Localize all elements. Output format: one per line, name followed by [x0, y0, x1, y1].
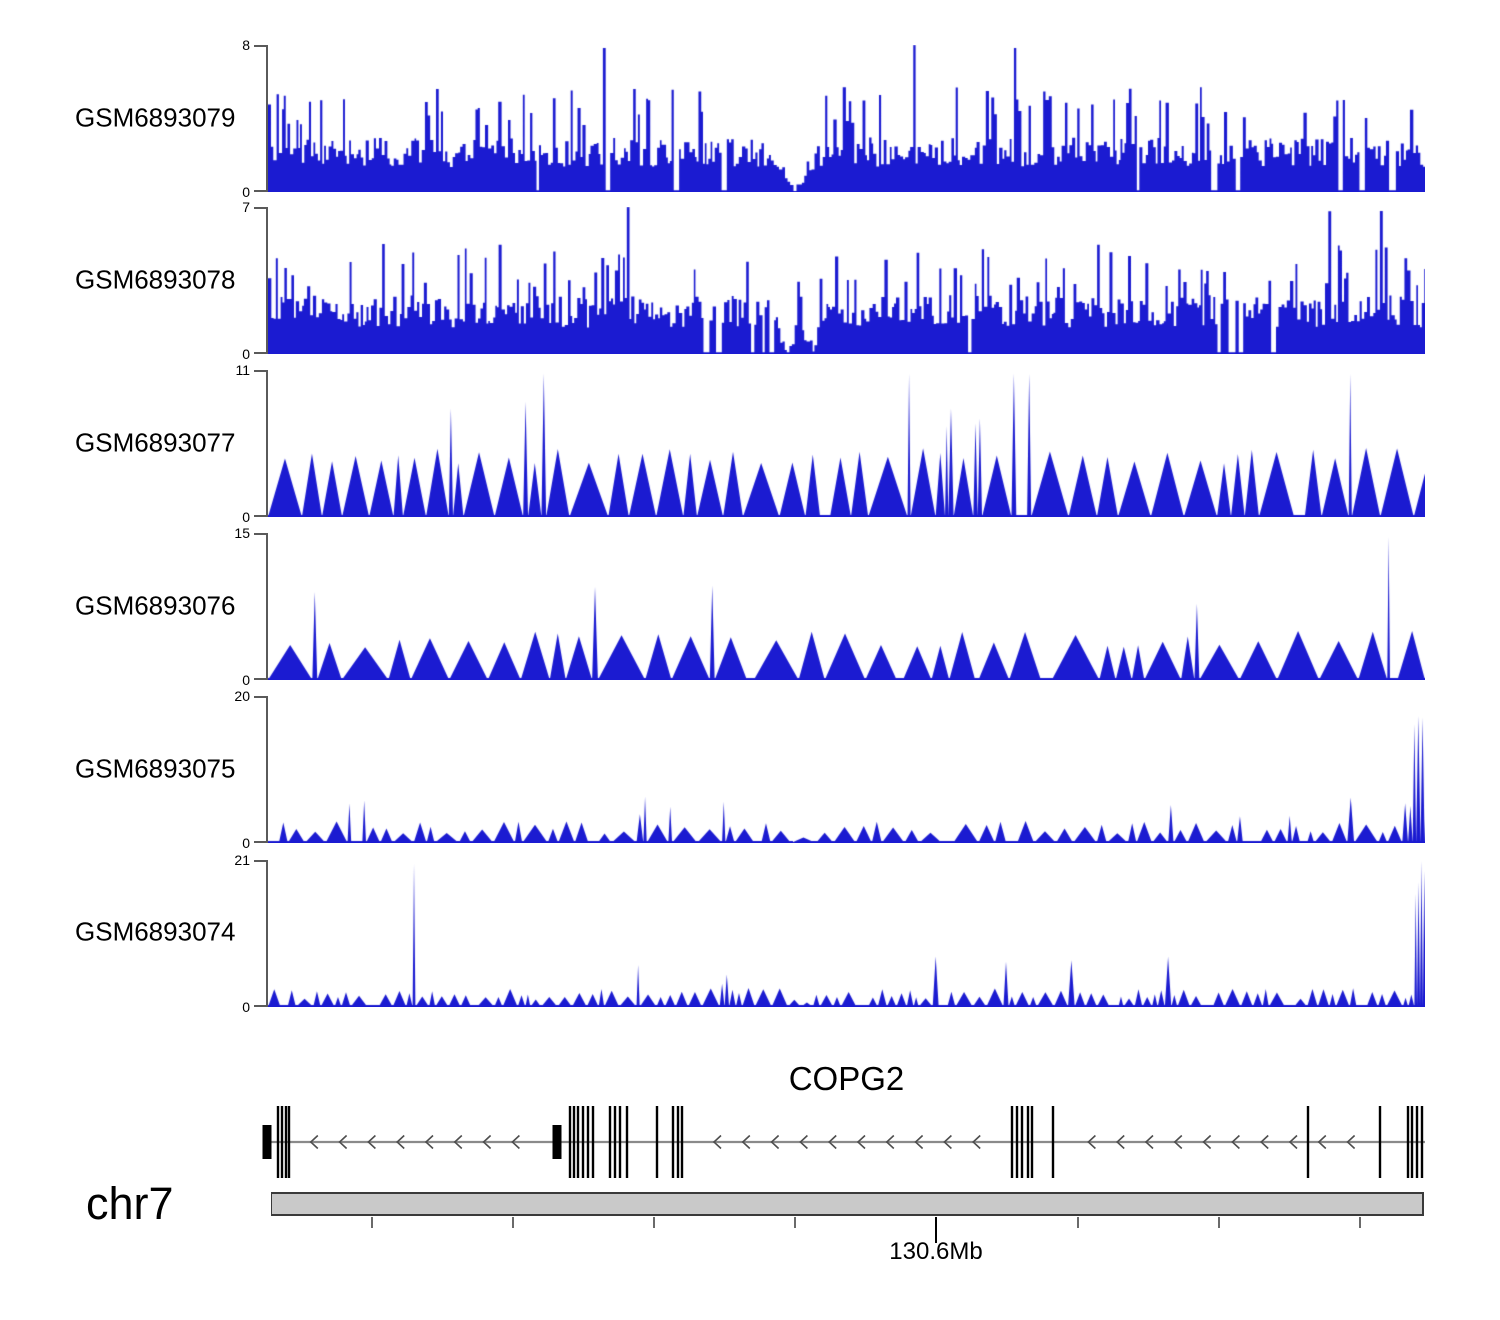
exon-tick [1015, 1106, 1019, 1178]
y-axis-bottom-tick [254, 515, 267, 517]
coverage-track: 11 0 [235, 362, 1425, 525]
exon-tick [1030, 1106, 1034, 1178]
ruler-minor-tick [794, 1217, 796, 1228]
exon-tick [613, 1106, 617, 1178]
genome-browser-figure: GSM6893079 8 0 GSM6893078 7 0 GSM6893077… [0, 0, 1500, 1320]
y-axis-top-tick [254, 533, 267, 535]
y-axis-bottom-tick [254, 841, 267, 843]
exon-tick [1020, 1106, 1024, 1178]
exon-thick-box [262, 1125, 272, 1159]
track-label: GSM6893077 [75, 427, 236, 458]
coverage-track: 20 0 [234, 688, 1425, 851]
y-min-label: 0 [242, 672, 250, 688]
coverage-signal [268, 696, 1425, 843]
position-label: 130.6Mb [889, 1238, 983, 1265]
exon-tick [1051, 1106, 1055, 1178]
coverage-signal [268, 45, 1425, 192]
chromosome-label: chr7 [86, 1178, 174, 1229]
y-axis-top-tick [254, 696, 267, 698]
y-axis-top-tick [254, 860, 267, 862]
ruler-minor-tick [1218, 1217, 1220, 1228]
coverage-track: 15 0 [234, 525, 1425, 688]
track-label: GSM6893074 [75, 916, 236, 947]
track-label: GSM6893075 [75, 753, 236, 784]
y-axis-bottom-tick [254, 352, 267, 354]
exon-tick [287, 1106, 291, 1178]
ruler-minor-tick [653, 1217, 655, 1228]
y-axis-top-tick [254, 370, 267, 372]
coverage-signal [268, 207, 1425, 354]
exon-tick [284, 1106, 288, 1178]
y-max-label: 7 [242, 199, 250, 215]
exon-tick [581, 1106, 585, 1178]
y-max-label: 8 [242, 37, 250, 53]
y-min-label: 0 [242, 509, 250, 525]
coverage-track: 8 0 [242, 37, 1425, 200]
coverage-signal [268, 533, 1425, 680]
exon-tick [1420, 1106, 1424, 1178]
y-min-label: 0 [242, 835, 250, 851]
exon-tick [572, 1106, 576, 1178]
y-axis-bottom-tick [254, 1005, 267, 1007]
ruler-minor-tick [512, 1217, 514, 1228]
coverage-track: 7 0 [242, 199, 1425, 362]
y-max-label: 11 [235, 362, 250, 378]
track-label: GSM6893079 [75, 102, 236, 133]
chromosome-ideogram [271, 1192, 1424, 1216]
ruler-minor-tick [1077, 1217, 1079, 1228]
exon-thick-box [552, 1125, 562, 1159]
y-min-label: 0 [242, 999, 250, 1015]
exon-tick [586, 1106, 590, 1178]
y-axis-bottom-tick [254, 190, 267, 192]
exon-tick [1306, 1106, 1310, 1178]
exon-tick [568, 1106, 572, 1178]
exon-tick [618, 1106, 622, 1178]
exon-tick [676, 1106, 680, 1178]
coverage-signal [268, 370, 1425, 517]
exon-tick [1406, 1106, 1410, 1178]
y-axis-bottom-tick [254, 678, 267, 680]
gene-model-track [262, 1106, 1425, 1178]
exon-tick [1410, 1106, 1414, 1178]
y-max-label: 15 [234, 525, 250, 541]
y-min-label: 0 [242, 346, 250, 362]
exon-tick [280, 1106, 284, 1178]
exon-tick [591, 1106, 595, 1178]
exon-tick [1026, 1106, 1030, 1178]
track-label: GSM6893078 [75, 264, 236, 295]
ruler-minor-tick [371, 1217, 373, 1228]
coverage-signal [268, 860, 1425, 1007]
exon-tick [671, 1106, 675, 1178]
exon-tick [625, 1106, 629, 1178]
exon-tick [1378, 1106, 1382, 1178]
y-max-label: 21 [234, 852, 250, 868]
exon-tick [276, 1106, 280, 1178]
exon-tick [655, 1106, 659, 1178]
exon-tick [608, 1106, 612, 1178]
y-max-label: 20 [234, 688, 250, 704]
y-axis-top-tick [254, 45, 267, 47]
y-min-label: 0 [242, 184, 250, 200]
y-axis-top-tick [254, 207, 267, 209]
exon-tick [1010, 1106, 1014, 1178]
coverage-track: 21 0 [234, 852, 1425, 1015]
track-label: GSM6893076 [75, 590, 236, 621]
ruler-minor-tick [1359, 1217, 1361, 1228]
exon-tick [680, 1106, 684, 1178]
exon-tick [576, 1106, 580, 1178]
exon-tick [1415, 1106, 1419, 1178]
